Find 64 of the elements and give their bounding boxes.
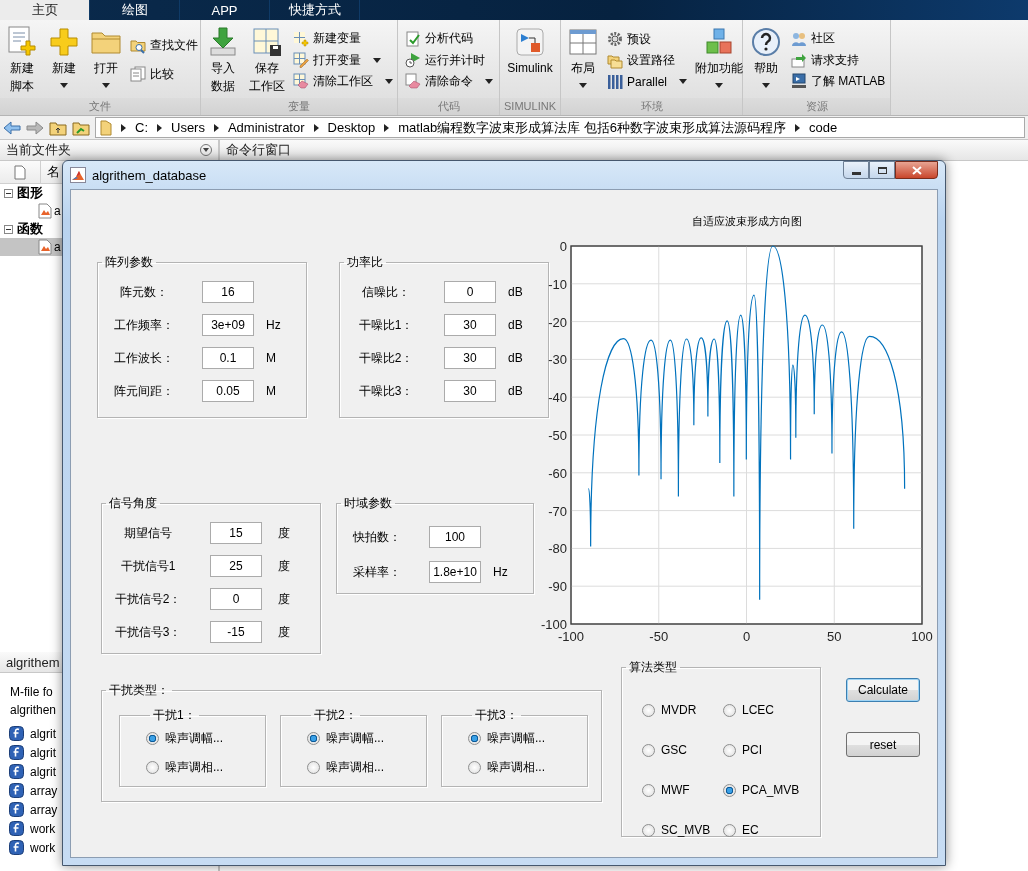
field-label: 工作波长： bbox=[113, 349, 175, 367]
panel-title: 阵列参数 bbox=[104, 254, 154, 271]
group-label: SIMULINK bbox=[500, 98, 560, 115]
panel-title: 命令行窗口 bbox=[226, 141, 291, 159]
unit-label: dB bbox=[508, 384, 524, 398]
tick-label: -90 bbox=[548, 579, 567, 595]
field-label: 阵元间距： bbox=[113, 382, 175, 400]
unit-label: Hz bbox=[266, 318, 282, 332]
tick-label: -40 bbox=[548, 390, 567, 406]
unit-label: dB bbox=[508, 318, 524, 332]
panel-title: 干扰类型： bbox=[108, 682, 170, 699]
tick-label: -30 bbox=[548, 352, 567, 368]
tick-label: -100 bbox=[558, 629, 584, 644]
field-label: 工作频率： bbox=[113, 316, 175, 334]
tick-label: 0 bbox=[742, 629, 751, 644]
panel-title: 干扰2： bbox=[313, 707, 358, 724]
unit-label: 度 bbox=[278, 524, 291, 542]
group-label: 代码 bbox=[398, 98, 499, 115]
group-label: 文件 bbox=[0, 98, 200, 115]
field-label: 采样率： bbox=[352, 563, 402, 581]
description-text: algrithen bbox=[10, 702, 57, 719]
panel-title: 当前文件夹 bbox=[6, 141, 71, 159]
field-label: 干噪比2： bbox=[357, 349, 415, 367]
tick-label: -80 bbox=[548, 541, 567, 557]
field-label: 干扰信号1 bbox=[119, 557, 177, 575]
field-label: 期望信号 bbox=[123, 524, 173, 542]
tick-label: 100 bbox=[911, 629, 933, 644]
tick-label: 0 bbox=[559, 239, 567, 254]
panel-title: algrithem bbox=[6, 654, 60, 670]
tick-label: 50 bbox=[827, 629, 842, 644]
tick-label: -20 bbox=[548, 314, 567, 330]
unit-label: dB bbox=[508, 351, 524, 365]
group-label: 资源 bbox=[743, 98, 890, 115]
window-title: algrithem_database bbox=[92, 167, 207, 183]
field-label: 干扰信号3： bbox=[113, 623, 183, 641]
unit-label: M bbox=[266, 384, 277, 398]
group-label: 变量 bbox=[201, 98, 397, 115]
field-label: 快拍数： bbox=[352, 528, 402, 546]
unit-label: Hz bbox=[493, 565, 509, 579]
tick-label: -60 bbox=[548, 465, 567, 481]
unit-label: dB bbox=[508, 285, 524, 299]
field-label: 干扰信号2： bbox=[113, 590, 183, 608]
panel-title: 信号角度 bbox=[108, 495, 158, 512]
panel-title: 时域参数 bbox=[343, 495, 393, 512]
unit-label: 度 bbox=[278, 590, 291, 608]
unit-label: 度 bbox=[278, 623, 291, 641]
field-label: 干噪比1： bbox=[357, 316, 415, 334]
tick-label: -50 bbox=[548, 428, 567, 443]
chart-title: 自适应波束形成方向图 bbox=[691, 215, 802, 227]
field-label: 信噪比： bbox=[361, 283, 411, 301]
panel-title: 干扰1： bbox=[152, 707, 197, 724]
panel-title: 功率比 bbox=[346, 254, 384, 271]
unit-label: 度 bbox=[278, 557, 291, 575]
field-label: 阵元数： bbox=[119, 283, 169, 301]
panel-title: 干扰3： bbox=[474, 707, 519, 724]
unit-label: M bbox=[266, 351, 277, 365]
tick-label: -10 bbox=[548, 276, 567, 292]
group-label: 环境 bbox=[561, 98, 742, 115]
tick-label: -100 bbox=[540, 617, 567, 632]
tick-label: -50 bbox=[649, 629, 669, 644]
panel-title: 算法类型 bbox=[628, 659, 678, 676]
field-label: 干噪比3： bbox=[357, 382, 415, 400]
tick-label: -70 bbox=[548, 503, 567, 519]
description-text: M-file fo bbox=[10, 684, 53, 701]
